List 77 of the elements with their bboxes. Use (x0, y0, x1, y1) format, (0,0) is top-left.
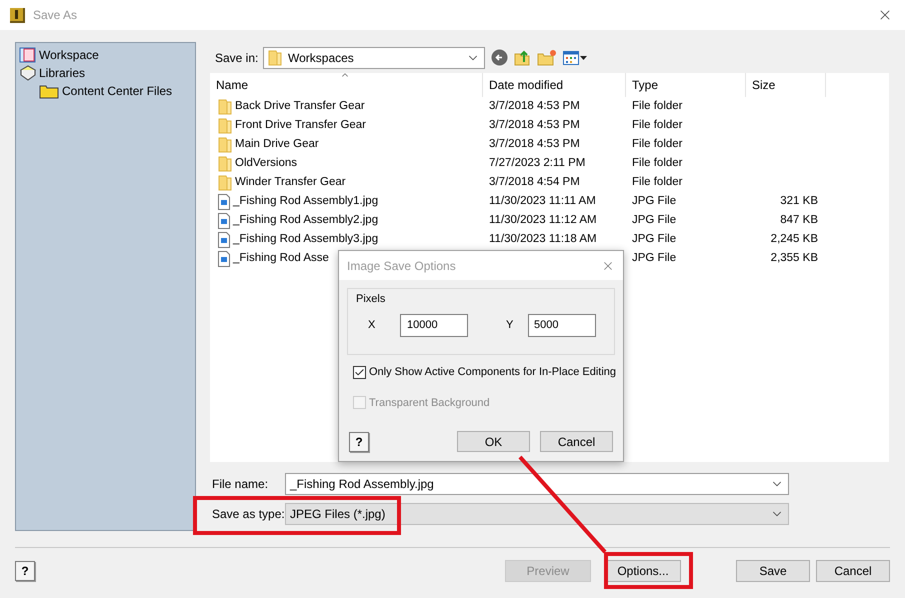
folder-up-arrow-icon[interactable] (514, 49, 531, 66)
folder-icon (218, 118, 232, 134)
table-cell-text: 2,245 KB (770, 232, 818, 247)
table-cell-text: 3/7/2018 4:54 PM (489, 174, 580, 190)
column-header[interactable]: Name (210, 73, 483, 97)
dialog-button[interactable]: OK (457, 431, 530, 452)
file-name[interactable]: Winder Transfer Gear (235, 174, 346, 192)
x-label: X (368, 318, 376, 333)
books-icon (19, 65, 36, 81)
folder-icon (218, 136, 232, 152)
file-name-label: File name: (212, 476, 270, 493)
save-in-label: Save in: (215, 50, 258, 66)
table-cell-text: JPG File (632, 212, 676, 228)
save-in-dropdown[interactable]: Workspaces (263, 46, 485, 68)
help-button[interactable]: ? (15, 561, 35, 581)
notebook-icon (19, 47, 36, 63)
image-file-icon (218, 232, 230, 248)
file-name[interactable]: Main Drive Gear (235, 136, 319, 154)
dialog-title: Image Save Options (347, 258, 456, 274)
file-name[interactable]: OldVersions (235, 154, 298, 172)
tree-item[interactable]: Libraries (39, 64, 86, 82)
help-button[interactable]: ? (349, 432, 369, 452)
new-folder-icon[interactable] (537, 49, 557, 66)
save-as-type-label: Save as type: (212, 506, 285, 523)
table-cell-text: File folder (632, 156, 682, 171)
table-cell-text: 321 KB (780, 194, 818, 209)
table-cell-text: JPG File (632, 194, 676, 209)
table-cell-text: JPG File (632, 232, 676, 247)
checkbox-label: Transparent Background (369, 396, 490, 410)
table-cell-text: 7/27/2023 2:11 PM (489, 156, 586, 171)
group-label: Pixels (356, 292, 386, 307)
table-cell-text: File folder (632, 174, 682, 190)
app-logo-icon (10, 8, 25, 22)
table-cell-text: 11/30/2023 11:12 AM (489, 212, 597, 228)
y-label: Y (506, 318, 514, 333)
window-title: Save As (33, 7, 78, 24)
table-cell-text: 3/7/2018 4:53 PM (489, 118, 580, 133)
save-as-type-dropdown[interactable]: JPEG Files (*.jpg) (285, 503, 789, 525)
tree-item[interactable]: Workspace (39, 46, 99, 64)
image-file-icon (218, 212, 230, 228)
file-name-field[interactable]: _Fishing Rod Assembly.jpg (285, 473, 789, 495)
file-name[interactable]: _Fishing Rod Assembly3.jpg (233, 230, 378, 248)
view-menu-icon[interactable] (563, 50, 587, 64)
folder-icon (268, 50, 282, 66)
file-name[interactable]: _Fishing Rod Assembly1.jpg (233, 192, 378, 210)
dialog-button[interactable]: Cancel (816, 560, 890, 582)
dialog-button[interactable]: Options... (605, 560, 681, 582)
table-cell-text: 3/7/2018 4:53 PM (489, 136, 580, 152)
table-cell-text: File folder (632, 136, 682, 152)
tree-item[interactable]: Content Center Files (62, 82, 172, 100)
column-header[interactable]: Size (746, 73, 826, 97)
column-header[interactable]: Date modified (483, 73, 626, 97)
table-cell-text: File folder (632, 118, 682, 133)
file-name[interactable]: Front Drive Transfer Gear (235, 116, 366, 134)
table-cell-text: File folder (632, 98, 682, 114)
x-field[interactable]: 10000 (400, 314, 468, 336)
table-cell-text: 2,355 KB (770, 250, 818, 266)
table-cell-text: 11/30/2023 11:11 AM (489, 194, 596, 209)
y-field[interactable]: 5000 (528, 314, 596, 336)
table-cell-text: 847 KB (780, 212, 818, 228)
table-cell-text: JPG File (632, 250, 676, 266)
checkbox[interactable] (353, 366, 366, 379)
file-name[interactable]: _Fishing Rod Asse (233, 250, 329, 268)
folder-icon (39, 83, 59, 99)
table-cell-text: 3/7/2018 4:53 PM (489, 98, 580, 114)
folder-icon (218, 98, 232, 114)
folder-icon (218, 156, 232, 172)
image-file-icon (218, 194, 230, 210)
dialog-button[interactable]: Cancel (540, 431, 613, 452)
dialog-button[interactable]: Save (736, 560, 810, 582)
checkbox-label: Only Show Active Components for In-Place Editing (369, 365, 616, 380)
table-cell-text: 11/30/2023 11:18 AM (489, 232, 597, 247)
image-file-icon (218, 250, 230, 266)
file-name[interactable]: _Fishing Rod Assembly2.jpg (233, 212, 378, 230)
file-name[interactable]: Back Drive Transfer Gear (235, 98, 365, 116)
column-header[interactable]: Type (626, 73, 746, 97)
folder-icon (218, 174, 232, 190)
